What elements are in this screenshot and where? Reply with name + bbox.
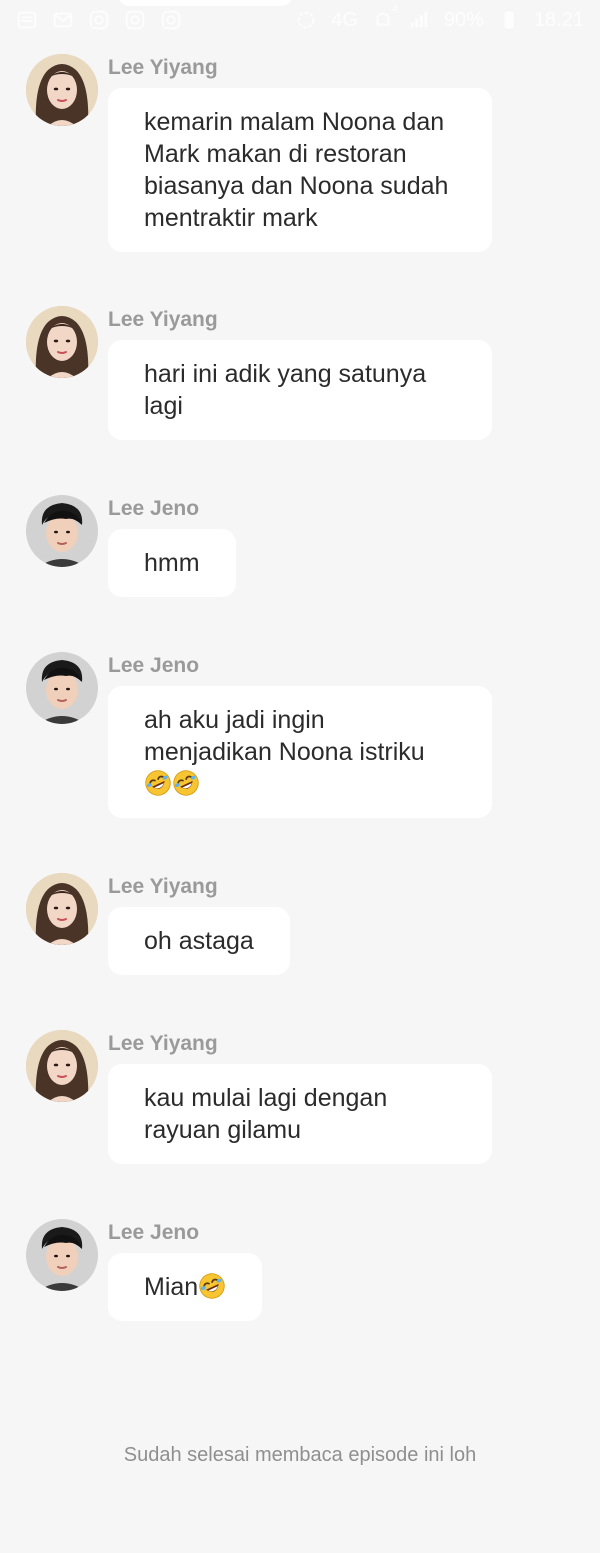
avatar-lee-yiyang[interactable] [26,306,98,378]
message-bubble: oh astaga [108,907,290,975]
sync-icon [295,9,317,31]
battery-icon [498,9,520,31]
avatar-lee-jeno[interactable] [26,652,98,724]
sender-name: Lee Yiyang [108,56,218,79]
laughing-emoji-icon [198,1272,226,1300]
message-text: kau mulai lagi dengan rayuan gilamu [144,1084,388,1144]
avatar-lee-yiyang[interactable] [26,873,98,945]
message-text: hmm [144,549,200,577]
instagram-icon [160,9,182,31]
message-bubble: Mian [108,1253,263,1321]
sender-name: Lee Jeno [108,654,200,677]
episode-end-text: Sudah selesai membaca episode ini loh [123,1444,477,1466]
message-text: Mian [144,1273,199,1301]
sender-name: Lee Jeno [108,497,200,520]
avatar-lee-jeno[interactable] [26,495,98,567]
mail-icon [52,9,74,31]
message-text: oh astaga [144,927,254,955]
signal-icon [408,9,430,31]
sender-name: Lee Yiyang [108,875,218,898]
sender-name: Lee Yiyang [108,1032,218,1055]
battery-percent: 90% [443,8,484,31]
notification-icon: 4 [372,3,398,31]
laughing-emoji-icon [172,769,200,797]
message-bubble: kau mulai lagi dengan rayuan gilamu [108,1064,492,1164]
network-label: 4G [331,8,358,31]
avatar-lee-yiyang[interactable] [26,54,98,126]
message-bubble: hmm [108,529,236,597]
message-text: ah aku jadi ingin menjadikan Noona istri… [144,706,425,766]
avatar-lee-jeno[interactable] [26,1219,98,1291]
avatar-lee-yiyang[interactable] [26,1030,98,1102]
notification-count: 4 [391,3,398,15]
message-bubble: ah aku jadi ingin menjadikan Noona istri… [108,686,492,818]
news-icon [16,9,38,31]
message-bubble: kemarin malam Noona dan Mark makan di re… [108,88,492,252]
sender-name: Lee Jeno [108,1221,200,1244]
instagram-icon [88,9,110,31]
sender-name: Lee Yiyang [108,308,218,331]
status-bar: 4G 4 90% 18.21 [0,0,600,40]
clock: 18.21 [533,8,584,31]
message-text: hari ini adik yang satunya lagi [144,360,427,420]
message-bubble: hari ini adik yang satunya lagi [108,340,492,440]
message-text: kemarin malam Noona dan Mark makan di re… [144,108,449,232]
laughing-emoji-icon [144,769,172,797]
instagram-icon [124,9,146,31]
